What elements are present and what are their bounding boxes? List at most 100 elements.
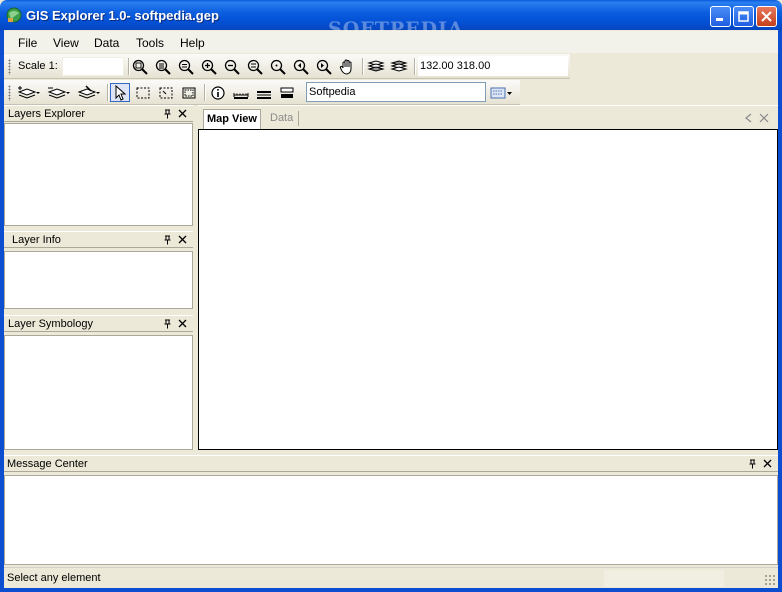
layers-stack-icon <box>367 59 385 72</box>
menu-help[interactable]: Help <box>180 36 205 50</box>
message-center-title: Message Center <box>7 458 88 470</box>
select-polygon-button[interactable] <box>156 83 176 102</box>
info-icon <box>211 85 225 100</box>
layer-info-panel[interactable] <box>4 251 193 309</box>
menu-tools[interactable]: Tools <box>136 36 164 50</box>
search-input[interactable] <box>306 82 486 102</box>
menu-data[interactable]: Data <box>94 36 119 50</box>
toolbar-separator <box>107 84 108 101</box>
layer-info-title: Layer Info <box>12 234 61 246</box>
area-ruler-icon <box>257 90 271 99</box>
keyboard-icon <box>490 87 512 98</box>
layers-explorer-title: Layers Explorer <box>8 108 86 120</box>
measure-distance-button[interactable] <box>231 83 251 102</box>
maximize-icon <box>738 11 749 22</box>
zoom-center-button[interactable] <box>268 57 288 76</box>
zoom-out-icon <box>224 59 240 75</box>
pin-icon[interactable] <box>163 109 172 119</box>
toolbar-separator <box>362 58 363 75</box>
zoom-out-button[interactable] <box>222 57 242 76</box>
zoom-center-icon <box>270 59 286 75</box>
layer-properties-dropdown[interactable] <box>76 83 102 102</box>
layer-symbology-panel[interactable] <box>4 335 193 450</box>
remove-layer-icon <box>47 87 70 99</box>
arrow-pointer-icon <box>115 84 127 101</box>
zoom-back-icon <box>293 59 309 75</box>
zoom-back-button[interactable] <box>291 57 311 76</box>
add-layer-icon <box>17 85 40 99</box>
pin-icon[interactable] <box>748 459 757 469</box>
close-icon[interactable] <box>178 109 187 118</box>
zoom-previous-button[interactable] <box>245 57 265 76</box>
close-icon[interactable] <box>178 235 187 244</box>
layers-up-button[interactable] <box>389 57 409 76</box>
pin-icon[interactable] <box>163 235 172 245</box>
coordinates-readout: 132.00 318.00 <box>418 56 568 76</box>
menu-view[interactable]: View <box>53 36 79 50</box>
clear-selection-button[interactable] <box>179 83 199 102</box>
clear-selection-icon <box>182 87 196 98</box>
minimize-icon <box>716 18 723 21</box>
close-icon[interactable] <box>178 319 187 328</box>
layers-explorer-panel[interactable] <box>4 123 193 226</box>
measure-area-button[interactable] <box>254 83 274 102</box>
zoom-forward-button[interactable] <box>314 57 334 76</box>
zoom-selection-button[interactable] <box>176 57 196 76</box>
close-button[interactable] <box>756 6 777 27</box>
zoom-full-extent-button[interactable] <box>130 57 150 76</box>
select-rectangle-button[interactable] <box>133 83 153 102</box>
zoom-minus-box-icon <box>247 59 263 75</box>
close-icon[interactable] <box>763 459 772 468</box>
minimize-button[interactable] <box>710 6 731 27</box>
tab-data[interactable]: Data <box>270 112 293 124</box>
pan-button[interactable] <box>337 57 357 76</box>
status-bar: Select any element <box>4 567 778 588</box>
message-center-header: Message Center <box>4 455 778 472</box>
layers-down-button[interactable] <box>366 57 386 76</box>
map-canvas[interactable] <box>198 129 778 450</box>
toolbar-separator <box>204 84 205 101</box>
label-bar-icon <box>280 87 294 98</box>
add-layer-dropdown[interactable] <box>16 83 42 102</box>
search-options-dropdown[interactable] <box>488 83 516 102</box>
maximize-button[interactable] <box>733 6 754 27</box>
zoom-layer-button[interactable] <box>153 57 173 76</box>
window-frame-right <box>778 30 782 592</box>
toolbar-grip[interactable] <box>8 59 11 75</box>
rectangle-select-icon <box>136 87 150 98</box>
layers-explorer-header: Layers Explorer <box>4 105 193 122</box>
label-tool-button[interactable] <box>277 83 297 102</box>
status-text: Select any element <box>7 572 101 584</box>
layer-edit-icon <box>77 84 100 99</box>
scale-input[interactable] <box>62 57 124 76</box>
pin-icon[interactable] <box>163 319 172 329</box>
layer-symbology-title: Layer Symbology <box>8 318 93 330</box>
zoom-selection-icon <box>178 59 194 75</box>
scale-label: Scale 1: <box>18 60 58 72</box>
layer-symbology-header: Layer Symbology <box>4 315 193 332</box>
close-icon <box>761 11 772 22</box>
layer-info-header: Layer Info <box>4 231 193 248</box>
app-globe-icon <box>6 7 22 23</box>
toolbar-separator <box>414 58 415 75</box>
polygon-select-icon <box>159 87 173 98</box>
identify-button[interactable] <box>208 83 228 102</box>
resize-grip[interactable] <box>764 574 776 586</box>
window-title: GIS Explorer 1.0- softpedia.gep <box>26 8 219 23</box>
title-bar[interactable]: GIS Explorer 1.0- softpedia.gep SOFTPEDI… <box>0 0 782 40</box>
zoom-extent-icon <box>132 59 148 75</box>
selection-toolbar <box>4 80 520 105</box>
select-pointer-button[interactable] <box>110 83 130 102</box>
tab-map-view[interactable]: Map View <box>203 109 261 129</box>
zoom-in-icon <box>201 59 217 75</box>
remove-layer-dropdown[interactable] <box>46 83 72 102</box>
tab-scroll-left-icon[interactable] <box>744 113 754 123</box>
zoom-layer-icon <box>155 59 171 75</box>
toolbar-grip[interactable] <box>8 85 11 101</box>
menu-file[interactable]: File <box>18 36 37 50</box>
message-center-panel[interactable] <box>4 475 778 565</box>
close-icon[interactable] <box>759 113 769 123</box>
layers-stack-icon <box>390 59 408 72</box>
zoom-in-button[interactable] <box>199 57 219 76</box>
tab-divider <box>298 111 299 126</box>
